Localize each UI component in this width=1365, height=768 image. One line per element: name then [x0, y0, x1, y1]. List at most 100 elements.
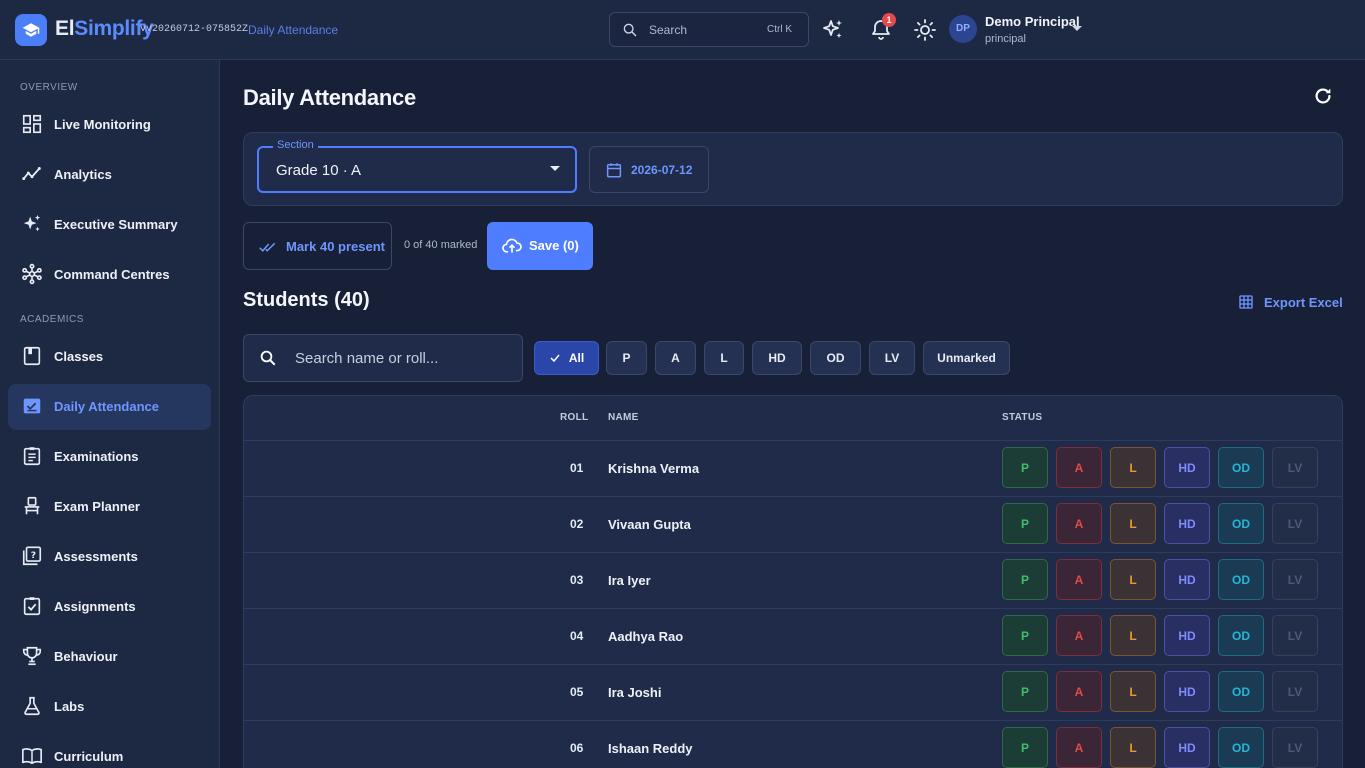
status-button-a[interactable]: A [1056, 727, 1102, 768]
status-button-od[interactable]: OD [1218, 447, 1264, 488]
filter-chip-hd[interactable]: HD [752, 341, 802, 375]
sidebar-item-labs[interactable]: Labs [8, 684, 211, 730]
filter-chip-lv[interactable]: LV [869, 341, 915, 375]
status-button-lv[interactable]: LV [1272, 559, 1318, 600]
status-button-lv[interactable]: LV [1272, 503, 1318, 544]
status-button-p[interactable]: P [1002, 615, 1048, 656]
breadcrumb[interactable]: Daily Attendance [248, 23, 338, 37]
sidebar-item-label: Curriculum [54, 749, 124, 764]
chevron-down-icon[interactable] [1071, 25, 1083, 33]
status-button-od[interactable]: OD [1218, 559, 1264, 600]
status-button-l[interactable]: L [1110, 671, 1156, 712]
date-value: 2026-07-12 [631, 163, 693, 177]
date-picker[interactable]: 2026-07-12 [589, 146, 709, 193]
sidebar-item-label: Live Monitoring [54, 117, 151, 132]
sidebar-item-executive-summary[interactable]: Executive Summary [8, 202, 211, 248]
status-button-hd[interactable]: HD [1164, 559, 1210, 600]
section-select-label: Section [273, 139, 318, 151]
sidebar-item-behaviour[interactable]: Behaviour [8, 634, 211, 680]
status-button-a[interactable]: A [1056, 559, 1102, 600]
save-button[interactable]: Save (0) [487, 222, 593, 270]
user-name[interactable]: Demo Principal [985, 14, 1080, 29]
student-name: Ira Joshi [608, 685, 662, 700]
export-excel-label: Export Excel [1264, 295, 1343, 310]
refresh-icon[interactable] [1312, 85, 1334, 107]
status-button-p[interactable]: P [1002, 671, 1048, 712]
logo[interactable] [15, 14, 47, 46]
status-button-hd[interactable]: HD [1164, 727, 1210, 768]
status-button-a[interactable]: A [1056, 671, 1102, 712]
student-search-input[interactable]: Search name or roll... [243, 334, 523, 382]
status-button-od[interactable]: OD [1218, 503, 1264, 544]
ai-sparkle-icon[interactable] [821, 18, 845, 42]
seat-icon [24, 496, 40, 515]
filter-chip-p[interactable]: P [606, 341, 647, 375]
sidebar-item-label: Behaviour [54, 649, 118, 664]
sidebar-item-daily-attendance[interactable]: Daily Attendance [8, 384, 211, 430]
status-button-hd[interactable]: HD [1164, 615, 1210, 656]
status-button-p[interactable]: P [1002, 727, 1048, 768]
filter-chip-a[interactable]: A [655, 341, 696, 375]
mark-all-present-button[interactable]: Mark 40 present [243, 222, 392, 270]
status-button-lv[interactable]: LV [1272, 615, 1318, 656]
status-button-a[interactable]: A [1056, 447, 1102, 488]
status-button-a[interactable]: A [1056, 615, 1102, 656]
brand-name: ElSimplify [55, 17, 154, 41]
status-button-l[interactable]: L [1110, 559, 1156, 600]
status-button-hd[interactable]: HD [1164, 503, 1210, 544]
filter-chip-label: All [568, 351, 585, 365]
main-content: Daily Attendance Section Grade 10 · A 20… [220, 60, 1365, 768]
sidebar-item-command-centres[interactable]: Command Centres [8, 252, 211, 298]
filter-chip-label: Unmarked [937, 351, 996, 365]
status-button-od[interactable]: OD [1218, 671, 1264, 712]
status-button-l[interactable]: L [1110, 503, 1156, 544]
marked-count: 0 of 40 marked [404, 239, 478, 251]
table-icon [1239, 295, 1253, 309]
sidebar-section-academics: ACADEMICS [20, 314, 84, 325]
filter-chip-od[interactable]: OD [810, 341, 861, 375]
filter-chip-all[interactable]: All [534, 341, 599, 375]
filter-chip-l[interactable]: L [704, 341, 744, 375]
status-button-od[interactable]: OD [1218, 727, 1264, 768]
status-button-l[interactable]: L [1110, 447, 1156, 488]
sidebar-item-exam-planner[interactable]: Exam Planner [8, 484, 211, 530]
theme-toggle-icon[interactable] [913, 18, 937, 42]
status-button-lv[interactable]: LV [1272, 671, 1318, 712]
status-button-lv[interactable]: LV [1272, 727, 1318, 768]
status-button-l[interactable]: L [1110, 615, 1156, 656]
sparkle-icon [23, 214, 41, 232]
sidebar-item-assessments[interactable]: ? Assessments [8, 534, 211, 580]
global-search[interactable]: Search Ctrl K [609, 12, 809, 47]
sidebar-item-label: Executive Summary [54, 217, 178, 232]
dashboard-icon [22, 114, 42, 134]
cloud-upload-icon [502, 238, 522, 253]
sidebar-item-label: Examinations [54, 449, 139, 464]
status-button-p[interactable]: P [1002, 503, 1048, 544]
column-header-name: NAME [608, 412, 639, 423]
status-button-p[interactable]: P [1002, 447, 1048, 488]
filter-card: Section Grade 10 · A 2026-07-12 [243, 132, 1343, 206]
status-button-lv[interactable]: LV [1272, 447, 1318, 488]
filter-chip-unmarked[interactable]: Unmarked [923, 341, 1010, 375]
students-table: ROLL NAME STATUS 01 Krishna Verma P A L HD OD L… [243, 395, 1343, 768]
status-button-hd[interactable]: HD [1164, 447, 1210, 488]
sidebar-item-assignments[interactable]: Assignments [8, 584, 211, 630]
filter-chip-label: P [622, 351, 631, 365]
section-select[interactable]: Section Grade 10 · A [257, 139, 577, 193]
sidebar-item-label: Assignments [54, 599, 136, 614]
sidebar-item-analytics[interactable]: Analytics [8, 152, 211, 198]
clipboard-icon [23, 447, 41, 466]
sidebar-item-curriculum[interactable]: Curriculum [8, 734, 211, 768]
status-button-hd[interactable]: HD [1164, 671, 1210, 712]
version-label: vv20260712-075852Z [140, 24, 249, 35]
avatar[interactable]: DP [949, 15, 977, 43]
status-button-p[interactable]: P [1002, 559, 1048, 600]
sidebar-item-label: Analytics [54, 167, 112, 182]
sidebar-item-live-monitoring[interactable]: Live Monitoring [8, 102, 211, 148]
sidebar-item-examinations[interactable]: Examinations [8, 434, 211, 480]
sidebar-item-classes[interactable]: Classes [8, 334, 211, 380]
status-button-a[interactable]: A [1056, 503, 1102, 544]
status-button-l[interactable]: L [1110, 727, 1156, 768]
students-heading: Students (40) [243, 289, 370, 311]
status-button-od[interactable]: OD [1218, 615, 1264, 656]
